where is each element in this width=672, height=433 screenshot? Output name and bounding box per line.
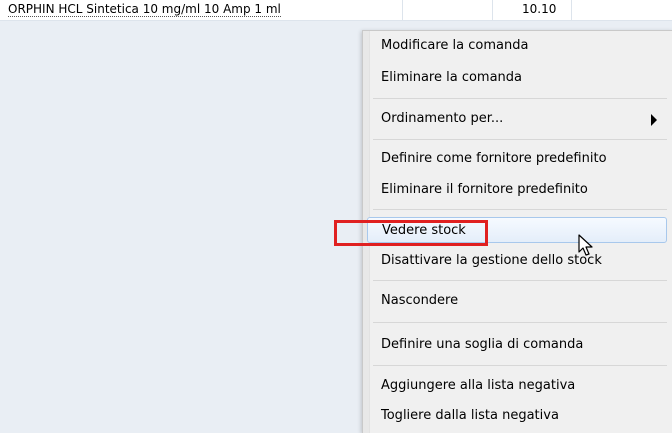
menu-separator [373, 322, 667, 323]
menu-item-set-default-supplier[interactable]: Definire come fornitore predefinito [367, 146, 667, 172]
menu-item-label: Eliminare la comanda [381, 70, 523, 85]
menu-separator [373, 98, 667, 99]
menu-item-disable-stock-management[interactable]: Disattivare la gestione dello stock [367, 248, 667, 274]
column-divider [402, 0, 403, 20]
column-divider [571, 0, 572, 20]
menu-separator [373, 139, 667, 140]
menu-item-label: Togliere dalla lista negativa [381, 408, 559, 423]
menu-item-hide[interactable]: Nascondere [367, 288, 667, 314]
submenu-arrow-icon [651, 114, 657, 126]
menu-separator [373, 280, 667, 281]
column-divider [492, 0, 493, 20]
menu-item-label: Ordinamento per... [381, 111, 504, 126]
menu-item-remove-default-supplier[interactable]: Eliminare il fornitore predefinito [367, 177, 667, 203]
menu-item-label: Definire una soglia di comanda [381, 337, 584, 352]
menu-separator [373, 209, 667, 210]
menu-item-label: Disattivare la gestione dello stock [381, 253, 602, 268]
menu-item-label: Eliminare il fornitore predefinito [381, 182, 588, 197]
product-name-cell[interactable]: ORPHIN HCL Sintetica 10 mg/ml 10 Amp 1 m… [8, 2, 281, 17]
menu-item-set-order-threshold[interactable]: Definire una soglia di comanda [367, 332, 667, 358]
menu-item-label: Aggiungere alla lista negativa [381, 378, 576, 393]
menu-item-label: Modificare la comanda [381, 38, 529, 53]
menu-item-sort-by[interactable]: Ordinamento per... [367, 106, 667, 132]
menu-item-remove-from-negative-list[interactable]: Togliere dalla lista negativa [367, 403, 667, 429]
quantity-cell[interactable]: 10.10 [522, 2, 556, 16]
menu-item-label: Definire come fornitore predefinito [381, 151, 607, 166]
menu-separator [373, 365, 667, 366]
menu-item-add-to-negative-list[interactable]: Aggiungere alla lista negativa [367, 373, 667, 399]
mouse-cursor-icon [578, 234, 593, 256]
menu-item-modify-order[interactable]: Modificare la comanda [367, 33, 667, 59]
table-row[interactable]: ORPHIN HCL Sintetica 10 mg/ml 10 Amp 1 m… [0, 0, 672, 21]
menu-item-delete-order[interactable]: Eliminare la comanda [367, 65, 667, 91]
menu-item-label: Nascondere [381, 293, 459, 308]
highlight-box [334, 220, 488, 246]
